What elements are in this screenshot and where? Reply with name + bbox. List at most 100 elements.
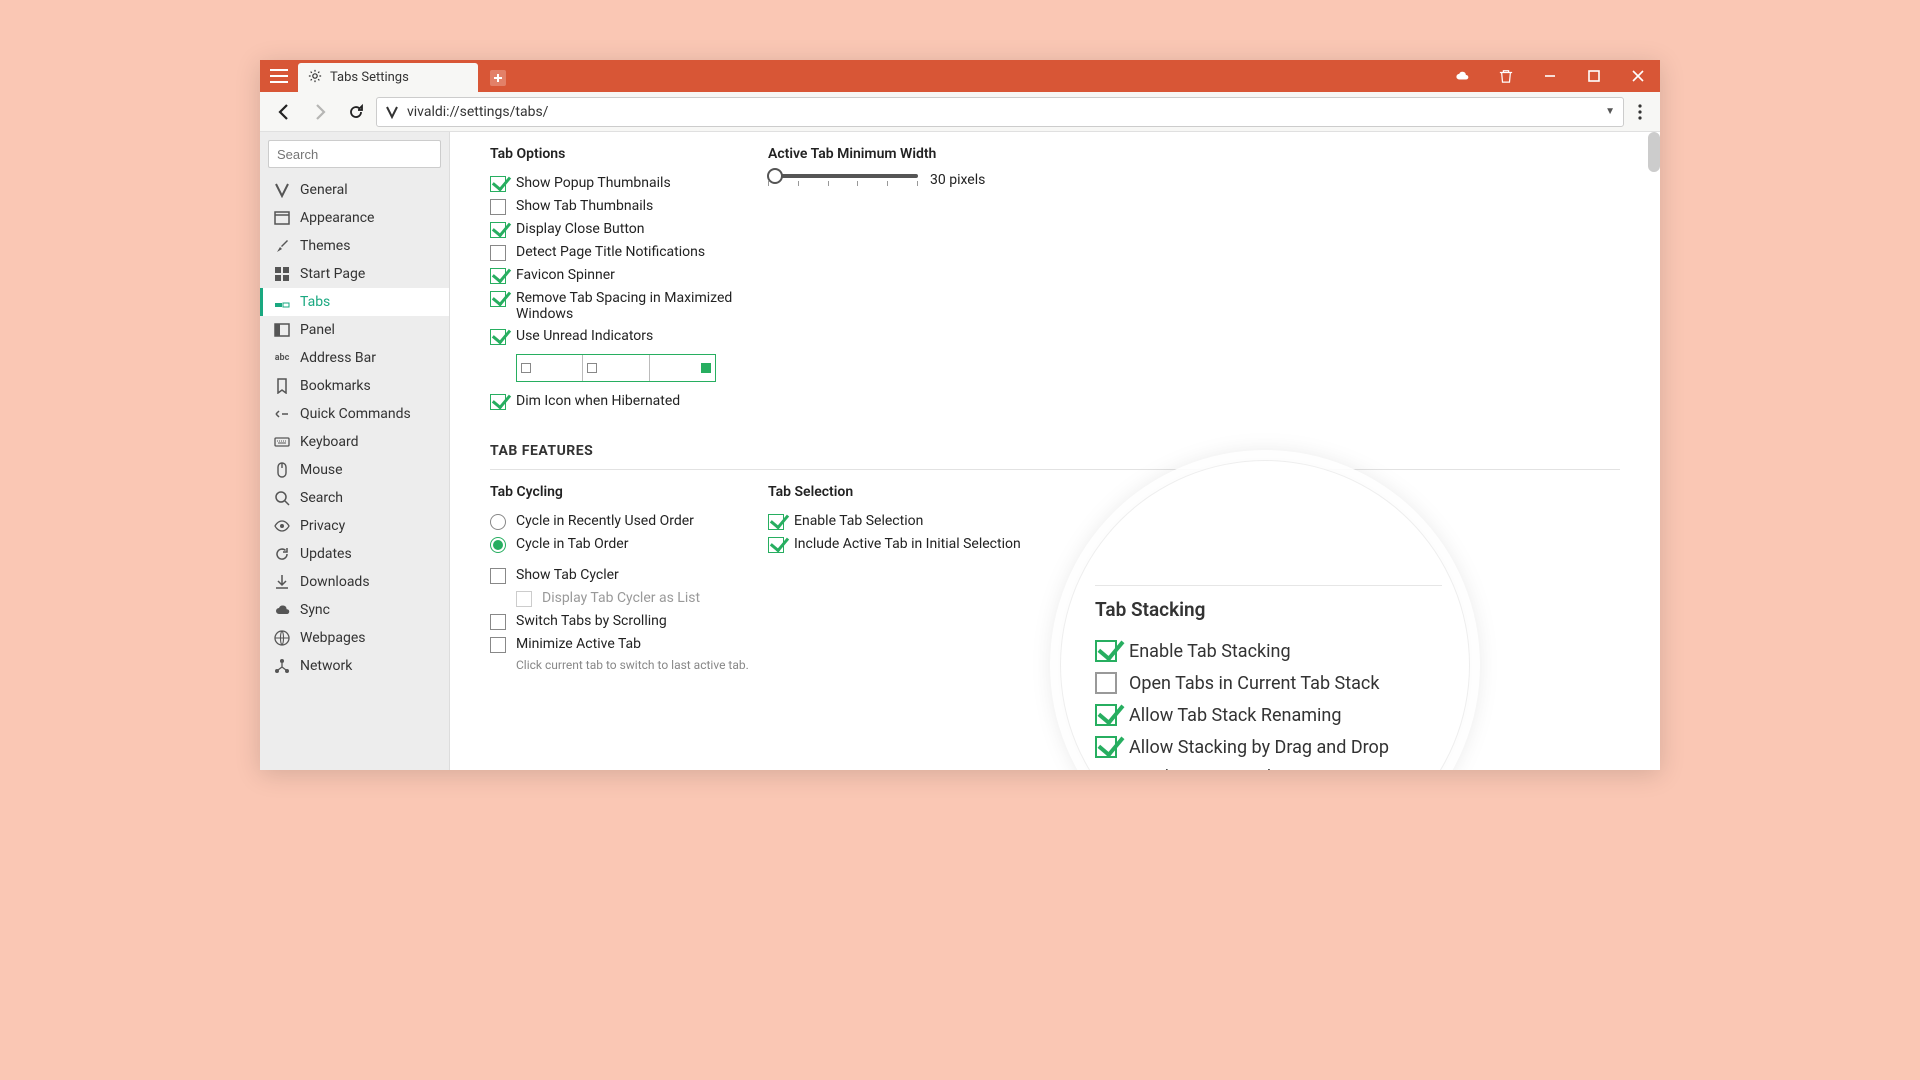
- checkbox-minimize-active[interactable]: Minimize Active Tab: [490, 633, 760, 656]
- minimize-button[interactable]: [1528, 60, 1572, 92]
- checkbox-switch-scroll[interactable]: Switch Tabs by Scrolling: [490, 610, 760, 633]
- settings-content: Tab Options Show Popup Thumbnails Show T…: [450, 132, 1660, 770]
- bookmark-icon: [274, 378, 290, 394]
- window-controls: [1440, 60, 1660, 92]
- minimize-note: Click current tab to switch to last acti…: [516, 656, 760, 674]
- sidebar-item-bookmarks[interactable]: Bookmarks: [260, 372, 449, 400]
- checkbox-dim-icon[interactable]: Dim Icon when Hibernated: [490, 390, 760, 413]
- url-field[interactable]: vivaldi://settings/tabs/ ▼: [376, 97, 1624, 127]
- sidebar-item-privacy[interactable]: Privacy: [260, 512, 449, 540]
- checkbox-enable-selection[interactable]: Enable Tab Selection: [768, 510, 1058, 533]
- maximize-button[interactable]: [1572, 60, 1616, 92]
- tab-options-heading: Tab Options: [490, 146, 760, 162]
- close-button[interactable]: [1616, 60, 1660, 92]
- network-icon: [274, 658, 290, 674]
- cloud-icon: [274, 602, 290, 618]
- cloud-icon[interactable]: [1440, 60, 1484, 92]
- active-tab-width-group: Active Tab Minimum Width 30 pixels: [768, 146, 1058, 413]
- sidebar-item-downloads[interactable]: Downloads: [260, 568, 449, 596]
- sidebar-item-updates[interactable]: Updates: [260, 540, 449, 568]
- min-width-slider[interactable]: [768, 174, 918, 186]
- sidebar-item-panel[interactable]: Panel: [260, 316, 449, 344]
- grid-icon: [274, 266, 290, 282]
- checkbox-display-close[interactable]: Display Close Button: [490, 218, 760, 241]
- sidebar-item-keyboard[interactable]: Keyboard: [260, 428, 449, 456]
- menu-button[interactable]: [260, 60, 298, 92]
- sidebar-item-tabs[interactable]: Tabs: [260, 288, 449, 316]
- mouse-icon: [274, 462, 290, 478]
- forward-button[interactable]: [304, 96, 336, 128]
- tab-selection-heading: Tab Selection: [768, 484, 1058, 500]
- sidebar-item-sync[interactable]: Sync: [260, 596, 449, 624]
- tab-title: Tabs Settings: [330, 70, 409, 85]
- download-icon: [274, 574, 290, 590]
- url-text: vivaldi://settings/tabs/: [407, 104, 1597, 120]
- tabs-icon: [274, 294, 290, 310]
- sidebar-item-search[interactable]: Search: [260, 484, 449, 512]
- unread-preview: [516, 354, 716, 382]
- checkbox-rename-stack[interactable]: Allow Tab Stack Renaming: [1095, 699, 1442, 731]
- min-width-value: 30 pixels: [930, 172, 985, 188]
- tab-cycling-group: Tab Cycling Cycle in Recently Used Order…: [490, 484, 760, 674]
- search-input[interactable]: [268, 140, 441, 168]
- checkbox-remove-spacing[interactable]: Remove Tab Spacing in Maximized Windows: [490, 287, 760, 325]
- checkbox-unread-indicators[interactable]: Use Unread Indicators: [490, 325, 760, 348]
- new-tab-button[interactable]: [484, 64, 512, 92]
- search-icon: [274, 490, 290, 506]
- checkbox-cycler-list[interactable]: Display Tab Cycler as List: [516, 587, 760, 610]
- refresh-icon: [274, 546, 290, 562]
- page-menu[interactable]: [1628, 104, 1652, 120]
- vivaldi-icon: [385, 105, 399, 119]
- checkbox-show-cycler[interactable]: Show Tab Cycler: [490, 564, 760, 587]
- eye-icon: [274, 518, 290, 534]
- checkbox-detect-page-title[interactable]: Detect Page Title Notifications: [490, 241, 760, 264]
- drop-delay-label: Stacking Drop Delay: [1129, 767, 1442, 770]
- gear-icon: [308, 69, 322, 87]
- sidebar-item-appearance[interactable]: Appearance: [260, 204, 449, 232]
- radio-cycle-recent[interactable]: Cycle in Recently Used Order: [490, 510, 760, 533]
- sidebar-item-network[interactable]: Network: [260, 652, 449, 680]
- panel-icon: [274, 322, 290, 338]
- browser-window: Tabs Settings vivaldi://settings/tabs/ ▼: [260, 60, 1660, 770]
- scrollbar[interactable]: [1648, 132, 1660, 172]
- sidebar-item-addressbar[interactable]: abcAddress Bar: [260, 344, 449, 372]
- window-icon: [274, 210, 290, 226]
- checkbox-favicon-spinner[interactable]: Favicon Spinner: [490, 264, 760, 287]
- trash-icon[interactable]: [1484, 60, 1528, 92]
- checkbox-open-current-stack[interactable]: Open Tabs in Current Tab Stack: [1095, 667, 1442, 699]
- reload-button[interactable]: [340, 96, 372, 128]
- sidebar-item-startpage[interactable]: Start Page: [260, 260, 449, 288]
- radio-cycle-order[interactable]: Cycle in Tab Order: [490, 533, 760, 556]
- active-width-heading: Active Tab Minimum Width: [768, 146, 1058, 162]
- titlebar: Tabs Settings: [260, 60, 1660, 92]
- settings-sidebar: General Appearance Themes Start Page Tab…: [260, 132, 450, 770]
- address-bar: vivaldi://settings/tabs/ ▼: [260, 92, 1660, 132]
- tab-options-group: Tab Options Show Popup Thumbnails Show T…: [490, 146, 760, 413]
- checkbox-drag-stack[interactable]: Allow Stacking by Drag and Drop: [1095, 731, 1442, 763]
- sidebar-item-mouse[interactable]: Mouse: [260, 456, 449, 484]
- sidebar-item-quickcommands[interactable]: Quick Commands: [260, 400, 449, 428]
- checkbox-enable-stacking[interactable]: Enable Tab Stacking: [1095, 635, 1442, 667]
- brush-icon: [274, 238, 290, 254]
- sidebar-item-webpages[interactable]: Webpages: [260, 624, 449, 652]
- vivaldi-icon: [274, 182, 290, 198]
- stacking-heading: Tab Stacking: [1095, 598, 1442, 621]
- url-dropdown[interactable]: ▼: [1605, 106, 1615, 117]
- search-box[interactable]: [268, 140, 441, 168]
- tab-settings[interactable]: Tabs Settings: [298, 63, 478, 92]
- sidebar-item-themes[interactable]: Themes: [260, 232, 449, 260]
- back-button[interactable]: [268, 96, 300, 128]
- checkbox-show-popup-thumbnails[interactable]: Show Popup Thumbnails: [490, 172, 760, 195]
- sidebar-item-general[interactable]: General: [260, 176, 449, 204]
- tab-cycling-heading: Tab Cycling: [490, 484, 760, 500]
- tab-strip: Tabs Settings: [298, 60, 512, 92]
- globe-icon: [274, 630, 290, 646]
- divider: [490, 469, 1620, 470]
- tab-selection-group: Tab Selection Enable Tab Selection Inclu…: [768, 484, 1058, 674]
- tab-features-heading: TAB FEATURES: [490, 443, 1620, 459]
- keyboard-icon: [274, 434, 290, 450]
- abc-icon: abc: [274, 350, 290, 366]
- checkbox-include-active[interactable]: Include Active Tab in Initial Selection: [768, 533, 1058, 556]
- checkbox-show-tab-thumbnails[interactable]: Show Tab Thumbnails: [490, 195, 760, 218]
- quick-icon: [274, 406, 290, 422]
